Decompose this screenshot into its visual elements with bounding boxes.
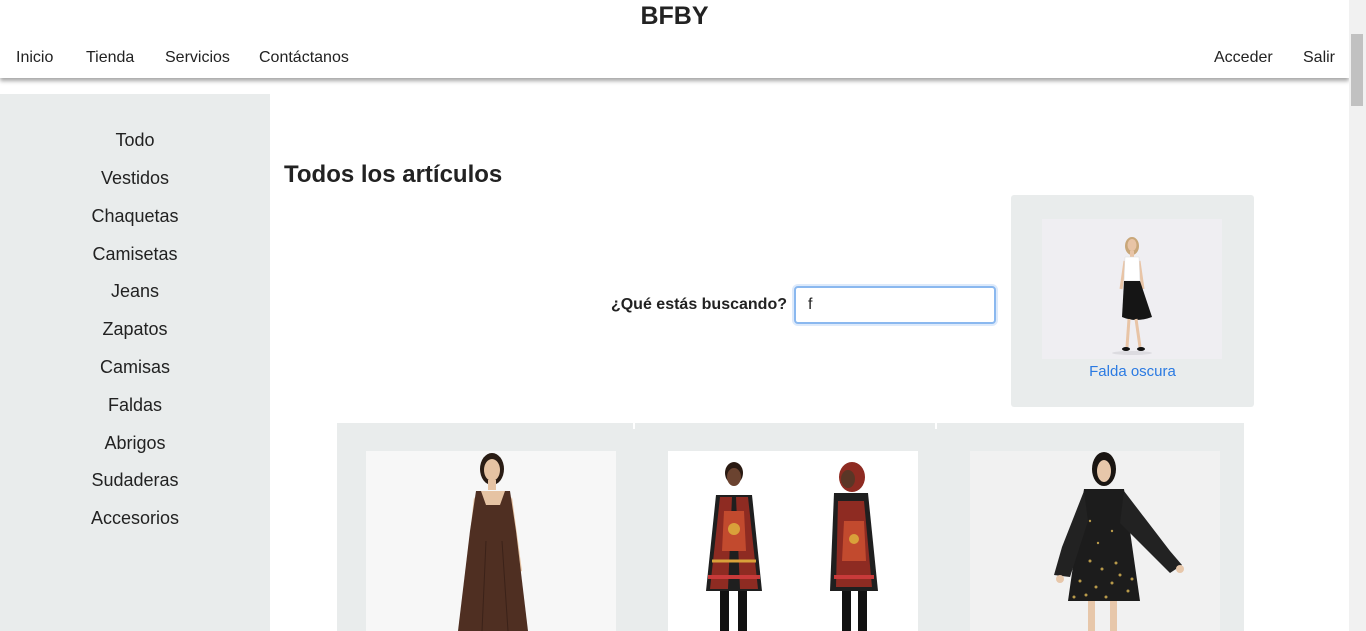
grid-divider bbox=[935, 423, 937, 429]
nav-contactanos[interactable]: Contáctanos bbox=[259, 48, 349, 68]
search-input[interactable] bbox=[794, 286, 996, 324]
nav-acceder[interactable]: Acceder bbox=[1214, 48, 1273, 68]
product-grid bbox=[337, 423, 1244, 631]
page-scrollbar[interactable] bbox=[1349, 0, 1366, 631]
sidebar-item-jeans[interactable]: Jeans bbox=[0, 280, 270, 302]
nav-tienda[interactable]: Tienda bbox=[86, 48, 134, 68]
suggestion-product-image[interactable] bbox=[1042, 219, 1222, 359]
sidebar-item-accesorios[interactable]: Accesorios bbox=[0, 507, 270, 529]
sidebar-item-camisas[interactable]: Camisas bbox=[0, 356, 270, 378]
sidebar-item-faldas[interactable]: Faldas bbox=[0, 394, 270, 416]
nav-inicio[interactable]: Inicio bbox=[16, 48, 53, 68]
sidebar-item-camisetas[interactable]: Camisetas bbox=[0, 243, 270, 265]
sidebar-item-abrigos[interactable]: Abrigos bbox=[0, 432, 270, 454]
suggestion-link-falda-oscura[interactable]: Falda oscura bbox=[1011, 362, 1254, 382]
product-card-brown-dress[interactable] bbox=[366, 451, 616, 631]
sidebar-item-vestidos[interactable]: Vestidos bbox=[0, 167, 270, 189]
product-card-printed-jacket[interactable] bbox=[668, 451, 918, 631]
nav-servicios[interactable]: Servicios bbox=[165, 48, 230, 68]
product-card-black-floral-dress[interactable] bbox=[970, 451, 1220, 631]
search-suggestion-card[interactable]: Falda oscura bbox=[1011, 195, 1254, 407]
sidebar-item-sudaderas[interactable]: Sudaderas bbox=[0, 469, 270, 491]
brand-title[interactable]: BFBY bbox=[0, 0, 1349, 32]
sidebar-item-todo[interactable]: Todo bbox=[0, 129, 270, 151]
page-title: Todos los artículos bbox=[284, 161, 503, 188]
top-navbar: BFBY Inicio Tienda Servicios Contáctanos… bbox=[0, 0, 1349, 78]
scrollbar-thumb[interactable] bbox=[1351, 34, 1363, 106]
grid-divider bbox=[633, 423, 635, 429]
search-label: ¿Qué estás buscando? bbox=[610, 296, 787, 313]
sidebar-item-zapatos[interactable]: Zapatos bbox=[0, 318, 270, 340]
nav-salir[interactable]: Salir bbox=[1303, 48, 1335, 68]
sidebar-item-chaquetas[interactable]: Chaquetas bbox=[0, 205, 270, 227]
category-sidebar: Todo Vestidos Chaquetas Camisetas Jeans … bbox=[0, 94, 270, 631]
